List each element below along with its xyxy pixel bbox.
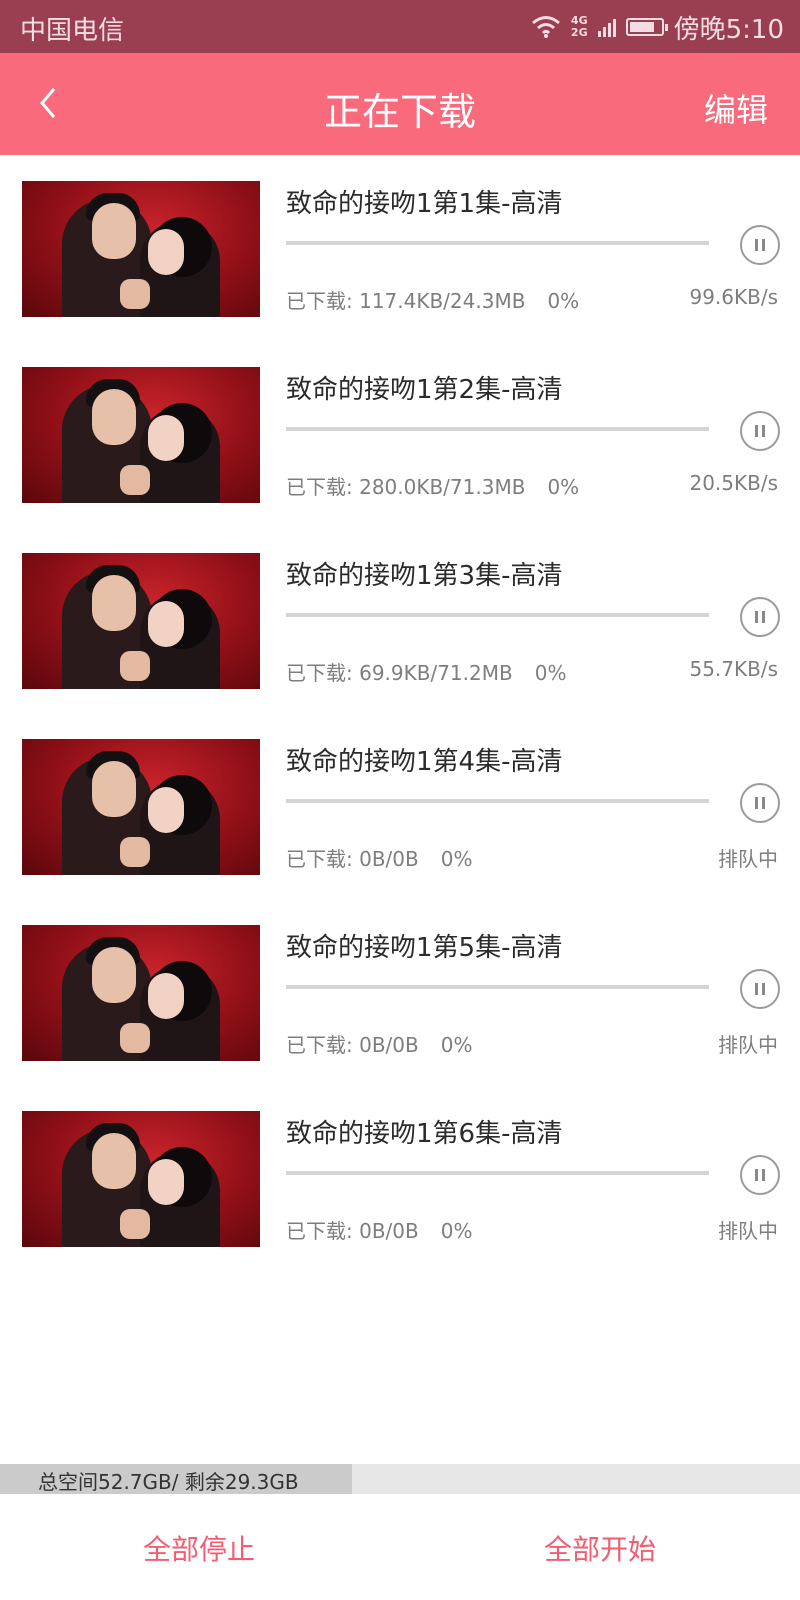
battery-charging-icon xyxy=(625,18,668,36)
status-bar: 中国电信 4G 2G 傍晚5:10 xyxy=(0,0,800,53)
download-list: 致命的接吻1第1集-高清 已下载: 117.4KB/24.3MB 0% 99.6K… xyxy=(0,155,800,1271)
progress-bar xyxy=(286,799,709,803)
progress-bar xyxy=(286,427,709,431)
status-icons: 4G 2G 傍晚5:10 xyxy=(531,10,784,45)
signal-bars-icon xyxy=(597,17,616,37)
pause-circle-icon xyxy=(753,611,767,623)
video-thumbnail xyxy=(22,553,260,689)
pause-button[interactable] xyxy=(740,597,780,637)
video-thumbnail xyxy=(22,739,260,875)
episode-title: 致命的接吻1第4集-高清 xyxy=(286,747,563,777)
network-type-icon: 4G 2G xyxy=(571,15,588,39)
pause-button[interactable] xyxy=(740,225,780,265)
download-item[interactable]: 致命的接吻1第1集-高清 已下载: 117.4KB/24.3MB 0% 99.6K… xyxy=(0,155,800,341)
download-percent: 0% xyxy=(547,289,580,313)
start-all-button[interactable]: 全部开始 xyxy=(544,1528,656,1568)
download-info: 已下载: 0B/0B 0% xyxy=(286,1029,472,1058)
carrier-name: 中国电信 xyxy=(20,16,125,46)
download-item[interactable]: 致命的接吻1第2集-高清 已下载: 280.0KB/71.3MB 0% 20.5K… xyxy=(0,341,800,527)
download-status: 99.6KB/s xyxy=(689,285,778,309)
edit-button[interactable]: 编辑 xyxy=(704,85,768,131)
pause-circle-icon xyxy=(753,1169,767,1181)
video-thumbnail xyxy=(22,181,260,317)
downloaded-size: 已下载: 0B/0B xyxy=(286,1033,419,1057)
download-status: 20.5KB/s xyxy=(689,471,778,495)
download-item[interactable]: 致命的接吻1第6集-高清 已下载: 0B/0B 0% 排队中 xyxy=(0,1085,800,1271)
download-percent: 0% xyxy=(440,847,473,871)
pause-button[interactable] xyxy=(740,1155,780,1195)
download-status: 排队中 xyxy=(718,1033,778,1057)
download-info: 已下载: 280.0KB/71.3MB 0% xyxy=(286,471,579,500)
pause-circle-icon xyxy=(753,797,767,809)
download-item[interactable]: 致命的接吻1第5集-高清 已下载: 0B/0B 0% 排队中 xyxy=(0,899,800,1085)
downloaded-size: 已下载: 117.4KB/24.3MB xyxy=(286,289,526,313)
download-info: 已下载: 117.4KB/24.3MB 0% xyxy=(286,285,579,314)
pause-button[interactable] xyxy=(740,783,780,823)
stop-all-button[interactable]: 全部停止 xyxy=(143,1528,255,1568)
pause-button[interactable] xyxy=(740,969,780,1009)
download-percent: 0% xyxy=(440,1033,473,1057)
footer-actions: 全部停止 全部开始 xyxy=(0,1494,800,1600)
download-item[interactable]: 致命的接吻1第3集-高清 已下载: 69.9KB/71.2MB 0% 55.7KB… xyxy=(0,527,800,713)
pause-circle-icon xyxy=(753,239,767,251)
download-percent: 0% xyxy=(440,1219,473,1243)
video-thumbnail xyxy=(22,367,260,503)
download-info: 已下载: 0B/0B 0% xyxy=(286,843,472,872)
downloaded-size: 已下载: 0B/0B xyxy=(286,1219,419,1243)
video-thumbnail xyxy=(22,1111,260,1247)
pause-circle-icon xyxy=(753,983,767,995)
video-thumbnail xyxy=(22,925,260,1061)
storage-bar: 总空间52.7GB/ 剩余29.3GB xyxy=(0,1464,800,1494)
progress-bar xyxy=(286,613,709,617)
clock: 傍晚5:10 xyxy=(673,14,784,45)
download-percent: 0% xyxy=(534,661,567,685)
download-status: 排队中 xyxy=(718,1219,778,1243)
download-status: 排队中 xyxy=(718,847,778,871)
episode-title: 致命的接吻1第1集-高清 xyxy=(286,189,563,219)
download-info: 已下载: 69.9KB/71.2MB 0% xyxy=(286,657,566,686)
storage-label: 总空间52.7GB/ 剩余29.3GB xyxy=(38,1470,299,1494)
progress-bar xyxy=(286,985,709,989)
downloaded-size: 已下载: 0B/0B xyxy=(286,847,419,871)
wifi-icon xyxy=(531,15,561,39)
page-title: 正在下载 xyxy=(323,90,476,134)
progress-bar xyxy=(286,1171,709,1175)
episode-title: 致命的接吻1第5集-高清 xyxy=(286,933,563,963)
progress-bar xyxy=(286,241,709,245)
episode-title: 致命的接吻1第3集-高清 xyxy=(286,561,563,591)
app-bar: 正在下载 编辑 xyxy=(0,53,800,155)
network-2g: 2G xyxy=(570,26,588,39)
pause-circle-icon xyxy=(753,425,767,437)
download-status: 55.7KB/s xyxy=(689,657,778,681)
download-item[interactable]: 致命的接吻1第4集-高清 已下载: 0B/0B 0% 排队中 xyxy=(0,713,800,899)
pause-button[interactable] xyxy=(740,411,780,451)
download-info: 已下载: 0B/0B 0% xyxy=(286,1215,472,1244)
downloaded-size: 已下载: 280.0KB/71.3MB xyxy=(286,475,526,499)
episode-title: 致命的接吻1第6集-高清 xyxy=(286,1119,563,1149)
downloaded-size: 已下载: 69.9KB/71.2MB xyxy=(286,661,513,685)
episode-title: 致命的接吻1第2集-高清 xyxy=(286,375,563,405)
download-percent: 0% xyxy=(547,475,580,499)
